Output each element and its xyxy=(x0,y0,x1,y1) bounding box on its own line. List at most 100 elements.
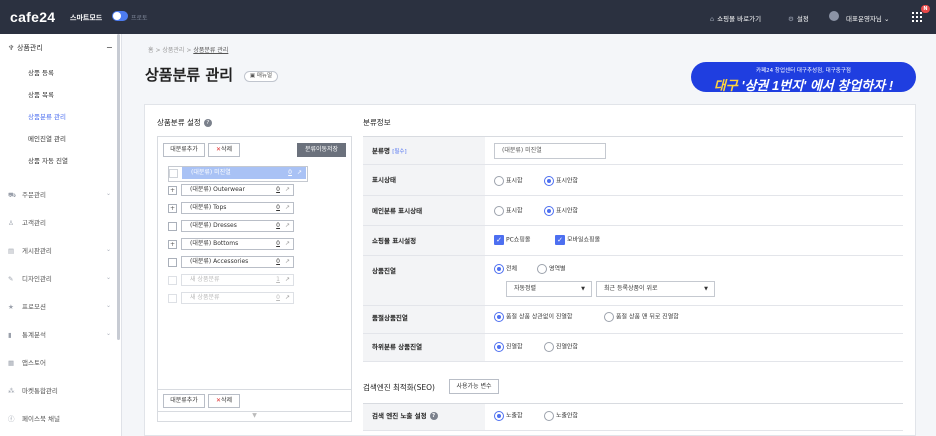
seo-expose-off-radio[interactable]: 노출안함 xyxy=(544,411,578,422)
sidebar-group-product[interactable]: ♆ 상품관리 xyxy=(8,43,43,53)
sidebar-item-appstore[interactable]: ▦ 앱스토어 xyxy=(8,357,46,367)
external-link-icon[interactable]: ↗ xyxy=(285,185,290,195)
category-count[interactable]: 0 xyxy=(276,239,280,249)
category-tree-row[interactable]: (대분류) Accessories 0 ↗ xyxy=(168,256,308,268)
store-icon: ⌂ xyxy=(710,15,715,23)
display-on-radio[interactable]: 표시함 xyxy=(494,176,523,187)
chevron-down-icon: ⌄ xyxy=(106,274,112,281)
sidebar-item-stats[interactable]: ▮ 통계분석 xyxy=(8,329,46,339)
apps-grid-icon[interactable] xyxy=(912,11,924,23)
category-count[interactable]: 0 xyxy=(288,168,292,178)
external-link-icon[interactable]: ↗ xyxy=(285,275,290,285)
category-node[interactable]: (대분류) 미진열 0 ↗ xyxy=(182,167,306,179)
expand-icon[interactable] xyxy=(168,258,177,267)
category-count[interactable]: 0 xyxy=(276,221,280,231)
sub-display-off-radio[interactable]: 진열안함 xyxy=(544,342,578,353)
sidebar-sub-item[interactable]: 상품 등록 xyxy=(28,67,54,77)
promo-banner[interactable]: 카페24 창업센터 대구추성점, 대구중구점 대구 '상권 1번지' 에서 창업… xyxy=(691,62,916,93)
external-link-icon[interactable]: ↗ xyxy=(285,239,290,249)
category-count[interactable]: 0 xyxy=(276,203,280,213)
expand-icon[interactable] xyxy=(168,294,177,303)
category-node[interactable]: (대분류) Outerwear 0 ↗ xyxy=(181,184,294,196)
category-node[interactable]: (대분류) Bottoms 0 ↗ xyxy=(181,238,294,250)
prototype-label: 프로토 xyxy=(131,15,148,22)
soldout-any-radio[interactable]: 품절 상품 상관없이 진열함 xyxy=(494,312,572,323)
sort-select[interactable]: 자동정렬 ▼ xyxy=(506,281,592,297)
category-label: (대분류) 미진열 xyxy=(191,169,231,176)
sidebar-item-customers[interactable]: ♙ 고객관리 xyxy=(8,217,46,227)
seo-expose-on-radio[interactable]: 노출함 xyxy=(494,411,523,422)
check-icon: ✓ xyxy=(555,235,565,245)
delete-category-button-bottom[interactable]: ✕삭제 xyxy=(208,394,240,408)
smart-mode-toggle[interactable] xyxy=(112,11,128,21)
collapse-icon[interactable]: − xyxy=(106,43,113,52)
save-move-button[interactable]: 분류이동저장 xyxy=(297,143,346,157)
sidebar-sub-item[interactable]: 상품 자동 진열 xyxy=(28,155,68,165)
category-node[interactable]: (대분류) Tops 0 ↗ xyxy=(181,202,294,214)
resize-handle[interactable]: ▼ xyxy=(157,412,352,422)
sidebar-scrollbar[interactable] xyxy=(117,34,120,340)
main-display-on-radio[interactable]: 표시함 xyxy=(494,206,523,217)
category-count[interactable]: 0 xyxy=(276,257,280,267)
expand-icon[interactable] xyxy=(169,169,178,178)
category-node[interactable]: (대분류) Dresses 0 ↗ xyxy=(181,220,294,232)
display-off-radio[interactable]: 표시안함 xyxy=(544,176,578,187)
external-link-icon[interactable]: ↗ xyxy=(285,203,290,213)
sidebar-sub-item[interactable]: 상품 목록 xyxy=(28,89,54,99)
settings-link[interactable]: ⚙ 설정 xyxy=(788,13,809,23)
go-mall-link[interactable]: ⌂ 쇼핑몰 바로가기 xyxy=(710,13,761,23)
order-select[interactable]: 최근 등록상품이 위로 ▼ xyxy=(596,281,715,297)
add-category-button[interactable]: 대분류추가 xyxy=(163,143,205,157)
category-tree-row[interactable]: 새 상품분류 0 ↗ xyxy=(168,292,308,304)
expand-icon[interactable]: + xyxy=(168,186,177,195)
sidebar-sub-item-active[interactable]: 상품분류 관리 xyxy=(28,111,66,121)
sidebar-item-board[interactable]: ▤ 게시판관리 xyxy=(8,245,52,255)
sidebar xyxy=(0,34,122,436)
category-node[interactable]: 새 상품분류 0 ↗ xyxy=(181,292,294,304)
sidebar-item-facebook[interactable]: ⓕ 페이스북 채널 xyxy=(8,413,60,423)
delete-category-button[interactable]: ✕삭제 xyxy=(208,143,240,157)
external-link-icon[interactable]: ↗ xyxy=(285,293,290,303)
category-count[interactable]: 0 xyxy=(276,293,280,303)
banner-line1: 카페24 창업센터 대구추성점, 대구중구점 xyxy=(756,68,851,74)
category-tree-row[interactable]: + (대분류) Tops 0 ↗ xyxy=(168,202,308,214)
category-node[interactable]: (대분류) Accessories 0 ↗ xyxy=(181,256,294,268)
category-tree-row[interactable]: + (대분류) Outerwear 0 ↗ xyxy=(168,184,308,196)
manual-button[interactable]: ▣ 매뉴얼 xyxy=(244,71,278,82)
add-category-button-bottom[interactable]: 대분류추가 xyxy=(163,394,205,408)
sidebar-item-orders[interactable]: ⛟ 주문관리 xyxy=(8,189,46,200)
external-link-icon[interactable]: ↗ xyxy=(297,168,302,178)
display-all-radio[interactable]: 전체 xyxy=(494,264,517,275)
seo-title: 검색엔진 최적화(SEO) xyxy=(363,383,435,392)
sidebar-sub-item[interactable]: 메인진열 관리 xyxy=(28,133,66,143)
soldout-back-radio[interactable]: 품절 상품 맨 뒤로 진열함 xyxy=(604,312,679,323)
category-tree-row[interactable]: (대분류) Dresses 0 ↗ xyxy=(168,220,308,232)
mobile-mall-checkbox[interactable]: ✓ 모바일쇼핑몰 xyxy=(555,235,600,246)
sub-display-on-radio[interactable]: 진열함 xyxy=(494,342,523,353)
external-link-icon[interactable]: ↗ xyxy=(285,257,290,267)
expand-icon[interactable] xyxy=(168,222,177,231)
external-link-icon[interactable]: ↗ xyxy=(285,221,290,231)
expand-icon[interactable] xyxy=(168,276,177,285)
user-menu[interactable]: 대표운영자님 ⌄ xyxy=(846,13,889,23)
avatar[interactable] xyxy=(829,11,839,21)
expand-icon[interactable]: + xyxy=(168,204,177,213)
category-count[interactable]: 1 xyxy=(276,275,280,285)
main-display-off-radio[interactable]: 표시안함 xyxy=(544,206,578,217)
expand-icon[interactable]: + xyxy=(168,240,177,249)
help-icon[interactable]: ? xyxy=(429,412,438,420)
sidebar-item-market[interactable]: ⁂ 마켓통합관리 xyxy=(8,385,58,395)
category-tree-row[interactable]: (대분류) 미진열 0 ↗ xyxy=(168,166,308,182)
pc-mall-checkbox[interactable]: ✓ PC쇼핑몰 xyxy=(494,235,530,246)
category-name-input[interactable]: (대분류) 미진열 xyxy=(494,143,606,159)
available-vars-button[interactable]: 사용가능 변수 xyxy=(449,379,499,394)
category-count[interactable]: 0 xyxy=(276,185,280,195)
category-tree-row[interactable]: + (대분류) Bottoms 0 ↗ xyxy=(168,238,308,250)
category-node[interactable]: 새 상품분류 1 ↗ xyxy=(181,274,294,286)
sidebar-item-design[interactable]: ✎ 디자인관리 xyxy=(8,273,52,283)
sidebar-item-promotion[interactable]: ★ 프로모션 xyxy=(8,301,46,311)
help-icon[interactable]: ? xyxy=(203,119,212,127)
cafe24-logo[interactable]: cafe24 xyxy=(10,9,55,25)
category-tree-row[interactable]: 새 상품분류 1 ↗ xyxy=(168,274,308,286)
display-by-area-radio[interactable]: 영역별 xyxy=(537,264,566,275)
